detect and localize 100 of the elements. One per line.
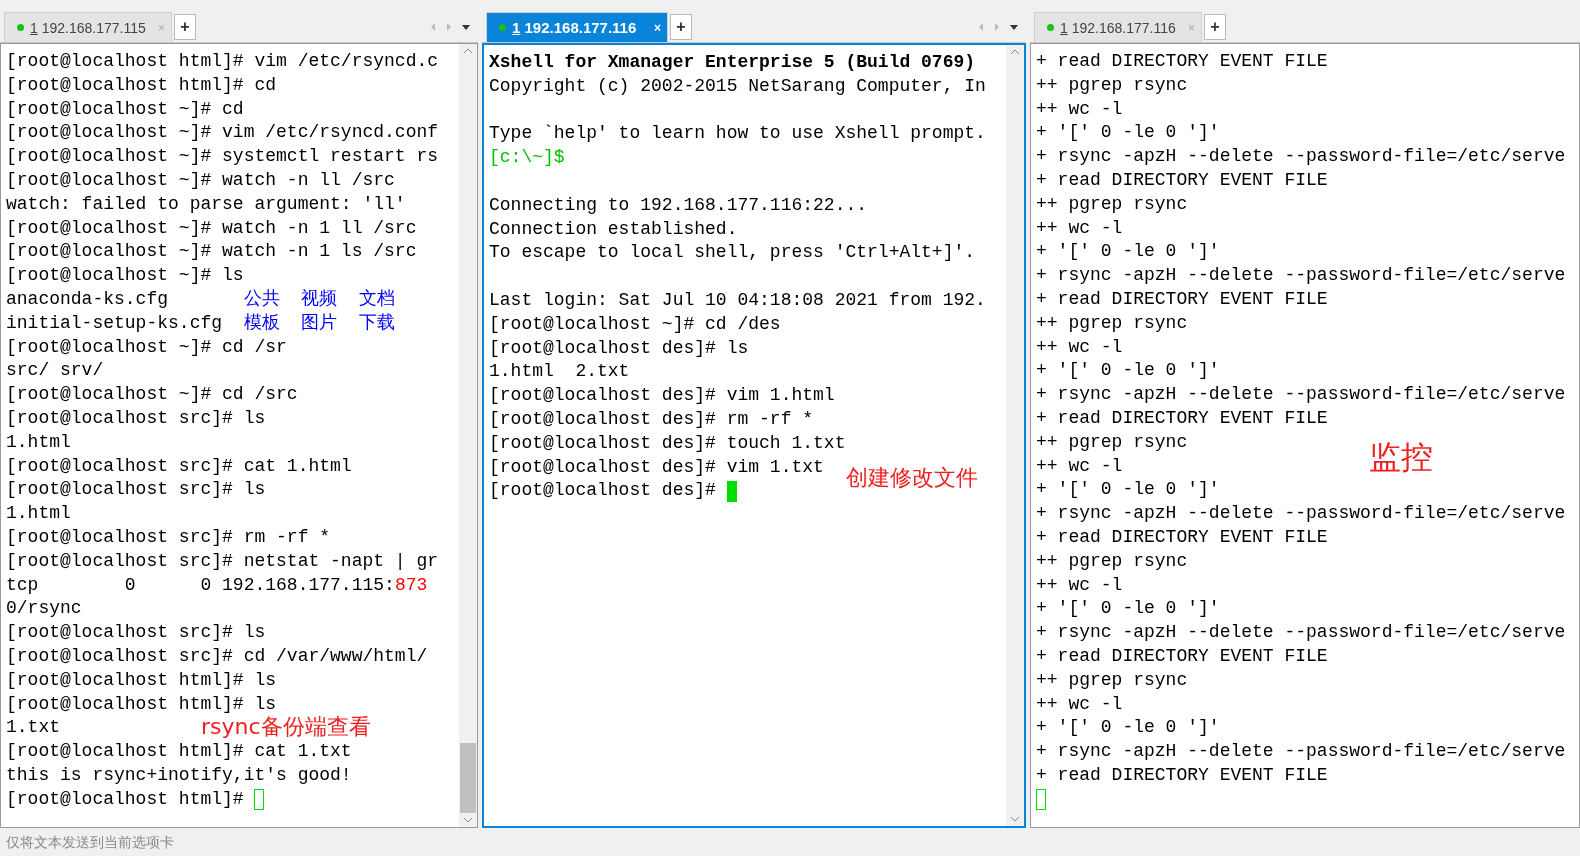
scroll-up-icon[interactable]: [463, 48, 473, 54]
scroll-tabs-icon[interactable]: [430, 22, 452, 32]
terminal-line: [root@localhost src]# cat 1.html: [6, 454, 352, 478]
new-tab-button[interactable]: +: [1204, 14, 1226, 40]
terminal-line: Connection established.: [489, 217, 738, 241]
terminal-line: [root@localhost ~]# cd /sr: [6, 335, 287, 359]
terminal-line: [root@localhost ~]# cd: [6, 97, 244, 121]
send-text-field[interactable]: 仅将文本发送到当前选项卡: [4, 833, 308, 851]
terminal-line: + rsync -apzH --delete --password-file=/etc/serve: [1036, 502, 1566, 526]
terminal-line: + rsync -apzH --delete --password-file=/etc/serve: [1036, 383, 1566, 407]
terminal-line: ++ pgrep rsync: [1036, 549, 1188, 573]
terminal-line: + read DIRECTORY EVENT FILE: [1036, 525, 1328, 549]
terminal-line: [root@localhost src]# cd /var/www/html/: [6, 644, 428, 668]
terminal-line: + '[' 0 -le 0 ']': [1036, 716, 1220, 740]
terminal-line: tcp 0 0 192.168.177.115:873: [6, 573, 428, 597]
terminal-line: [root@localhost ~]# watch -n 1 ll /src: [6, 216, 417, 240]
scroll-down-icon[interactable]: [1010, 816, 1020, 822]
terminal-line: + '[' 0 -le 0 ']': [1036, 597, 1220, 621]
terminal-line: ++ pgrep rsync: [1036, 668, 1188, 692]
terminal-line: [root@localhost ~]# watch -n 1 ls /src: [6, 240, 417, 264]
close-tab-button[interactable]: ×: [654, 20, 661, 35]
terminal-line: 1.html: [6, 502, 71, 526]
terminal-line: ++ pgrep rsync: [1036, 192, 1188, 216]
terminal-line: + '[' 0 -le 0 ']': [1036, 240, 1220, 264]
annotation-text: rsync备份端查看: [201, 713, 371, 741]
new-tab-button[interactable]: +: [670, 14, 692, 40]
annotation-text: 创建修改文件: [846, 464, 978, 492]
terminal-line: [root@localhost html]# vim /etc/rsyncd.c: [6, 50, 439, 73]
terminal-line: [root@localhost des]# touch 1.txt: [489, 431, 846, 455]
terminal-line: [root@localhost des]# ls: [489, 336, 749, 360]
terminal-line: Xshell for Xmanager Enterprise 5 (Build 0769): [489, 51, 976, 74]
terminal-line: [root@localhost ~]# vim /etc/rsyncd.conf: [6, 121, 439, 145]
terminal-line: ++ wc -l: [1036, 573, 1123, 597]
terminal-line: ++ wc -l: [1036, 692, 1123, 716]
status-dot-icon: [499, 24, 506, 31]
terminal-line: Last login: Sat Jul 10 04:18:08 2021 from 192.: [489, 288, 986, 312]
terminal-line: ++ wc -l: [1036, 216, 1123, 240]
terminal-line: ++ wc -l: [1036, 97, 1123, 121]
terminal-line: [root@localhost html]# ls: [6, 668, 277, 692]
terminal-line: [root@localhost src]# rm -rf *: [6, 525, 331, 549]
terminal-line: [root@localhost des]# rm -rf *: [489, 407, 814, 431]
scroll-tabs-icon[interactable]: [978, 22, 1000, 32]
terminal-line: + rsync -apzH --delete --password-file=/etc/serve: [1036, 264, 1566, 288]
terminal-line: [root@localhost src]# ls: [6, 621, 266, 645]
scroll-up-icon[interactable]: [1010, 49, 1020, 55]
terminal-line: + read DIRECTORY EVENT FILE: [1036, 50, 1328, 73]
terminal-line: src/ srv/: [6, 359, 104, 383]
terminal-line: [root@localhost html]# cd: [6, 73, 277, 97]
dropdown-icon[interactable]: [462, 24, 470, 30]
terminal-line: [root@localhost src]# ls: [6, 406, 266, 430]
new-tab-button[interactable]: +: [174, 14, 196, 40]
terminal-line: ++ wc -l: [1036, 335, 1123, 359]
terminal-line: 1.txt: [6, 716, 60, 740]
terminal-line: + '[' 0 -le 0 ']': [1036, 478, 1220, 502]
dropdown-icon[interactable]: [1010, 24, 1018, 30]
terminal-line: + read DIRECTORY EVENT FILE: [1036, 763, 1328, 787]
scrollbar[interactable]: [459, 44, 477, 827]
session-tab[interactable]: 1 192.168.177.115 ×: [4, 12, 172, 42]
terminal-line: [root@localhost ~]# cd /des: [489, 312, 781, 336]
terminal-line: watch: failed to parse argument: 'll': [6, 192, 406, 216]
terminal-line: [c:\~]$: [489, 146, 565, 170]
terminal-line: [root@localhost ~]# watch -n ll /src: [6, 169, 395, 192]
terminal-line: [root@localhost ~]# systemctl restart rs: [6, 145, 439, 169]
terminal-line: [root@localhost des]# vim 1.html: [489, 384, 835, 408]
terminal-line: anaconda-ks.cfg 公共 视频 文档: [6, 287, 395, 311]
terminal-line: [root@localhost des]#: [489, 479, 717, 503]
terminal-line: 0/rsync: [6, 597, 82, 621]
terminal-line: [root@localhost ~]# ls: [6, 264, 244, 288]
terminal-line: [root@localhost src]# netstat -napt | gr: [6, 549, 439, 573]
terminal-line: + '[' 0 -le 0 ']': [1036, 121, 1220, 145]
terminal-line: + read DIRECTORY EVENT FILE: [1036, 169, 1328, 192]
terminal-line: [root@localhost html]#: [6, 787, 245, 811]
annotation-text: 监控: [1369, 437, 1433, 478]
terminal-line: [root@localhost ~]# cd /src: [6, 383, 298, 407]
session-tab[interactable]: 1 192.168.177.116 ×: [1034, 12, 1202, 42]
session-tab[interactable]: 1 192.168.177.116 ×: [486, 12, 668, 42]
scrollbar[interactable]: [1006, 45, 1024, 826]
terminal-line: + rsync -apzH --delete --password-file=/etc/serve: [1036, 145, 1566, 169]
status-dot-icon: [17, 24, 24, 31]
terminal-line: initial-setup-ks.cfg 模板 图片 下载: [6, 311, 395, 335]
terminal-line: 1.html: [6, 430, 71, 454]
terminal-line: ++ pgrep rsync: [1036, 73, 1188, 97]
terminal-line: Copyright (c) 2002-2015 NetSarang Computer, In: [489, 74, 986, 98]
terminal-line: + rsync -apzH --delete --password-file=/etc/serve: [1036, 621, 1566, 645]
terminal-line: + read DIRECTORY EVENT FILE: [1036, 644, 1328, 668]
terminal-line: [root@localhost des]# vim 1.txt: [489, 455, 824, 479]
scroll-down-icon[interactable]: [463, 817, 473, 823]
terminal-line: + '[' 0 -le 0 ']': [1036, 359, 1220, 383]
terminal-line: ++ pgrep rsync: [1036, 311, 1188, 335]
terminal-line: ++ wc -l: [1036, 454, 1123, 478]
terminal-line: + rsync -apzH --delete --password-file=/etc/serve: [1036, 740, 1566, 764]
terminal-line: + read DIRECTORY EVENT FILE: [1036, 287, 1328, 311]
terminal-line: + read DIRECTORY EVENT FILE: [1036, 406, 1328, 430]
terminal-line: [root@localhost src]# ls: [6, 478, 266, 502]
terminal-line: Type `help' to learn how to use Xshell prompt.: [489, 122, 986, 146]
terminal-line: Connecting to 192.168.177.116:22...: [489, 193, 868, 217]
status-dot-icon: [1047, 24, 1054, 31]
terminal-line: [root@localhost html]# cat 1.txt: [6, 740, 352, 764]
terminal-line: 1.html 2.txt: [489, 360, 630, 384]
scrollbar-thumb[interactable]: [460, 743, 476, 813]
